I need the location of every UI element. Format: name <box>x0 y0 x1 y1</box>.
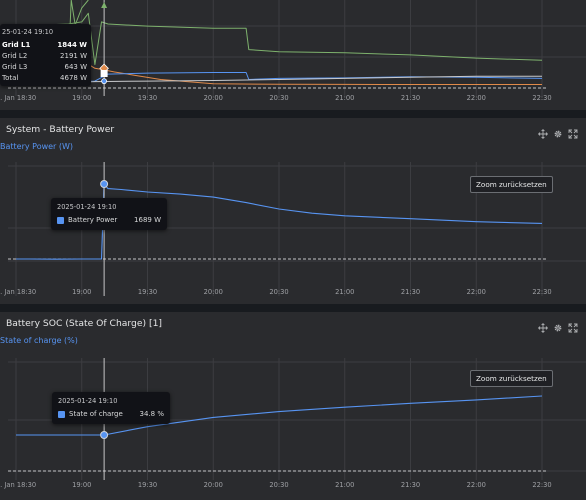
tooltip-time: 25-01-24 19:10 <box>2 28 54 36</box>
tooltip-time: 2025-01-24 19:10 <box>57 203 117 211</box>
tooltip-time: 2025-01-24 19:10 <box>58 397 118 405</box>
point-marker <box>100 431 109 439</box>
zoom-reset-button[interactable]: Zoom zurücksetzen <box>470 370 553 387</box>
x-tick-label: 4. Jan 18:30 <box>0 481 36 489</box>
tooltip-row-grid-l3: Grid L3 643 W <box>2 63 87 71</box>
grid-tooltip: 25-01-24 19:10 Grid L1 1844 W Grid L2 21… <box>0 24 91 86</box>
x-tick-label: 20:30 <box>269 481 288 489</box>
tooltip-row-grid-l2: Grid L2 2191 W <box>2 52 87 60</box>
tooltip-row-grid-l1: Grid L1 1844 W <box>2 41 87 49</box>
point-marker <box>100 180 109 188</box>
tooltip-series-name: Grid L3 <box>2 63 28 71</box>
tooltip-series-name: Battery Power <box>68 216 118 224</box>
point-marker <box>101 78 108 85</box>
tooltip-series-value: 34.8 % <box>139 410 164 418</box>
x-tick-label: 21:00 <box>335 94 354 102</box>
x-tick-label: 20:00 <box>204 288 223 296</box>
tooltip-series-name: Total <box>2 74 19 82</box>
tooltip-series-name: Grid L2 <box>2 52 28 60</box>
battery-power-panel: System - Battery Power Battery Power (W)… <box>0 118 586 304</box>
x-tick-label: 21:30 <box>401 94 420 102</box>
tooltip-series-value: 1844 W <box>57 41 87 49</box>
tooltip-series-value: 2191 W <box>60 52 87 60</box>
tooltip-series-name: State of charge <box>69 410 123 418</box>
grid-panel: 4. Jan 18:30 19:00 19:30 20:00 20:30 21:00 21:… <box>0 0 586 110</box>
point-marker <box>101 2 108 8</box>
tooltip-row-battery-power: Battery Power 1689 W <box>57 216 161 224</box>
tooltip-row-total: Total 4678 W <box>2 74 87 82</box>
x-tick-label: 22:30 <box>532 288 551 296</box>
x-tick-label: 19:30 <box>138 481 157 489</box>
x-tick-label: 21:00 <box>335 288 354 296</box>
x-tick-label: 19:00 <box>72 288 91 296</box>
x-tick-label: 19:30 <box>138 288 157 296</box>
battery-soc-tooltip: 2025-01-24 19:10 State of charge 34.8 % <box>52 392 170 424</box>
x-tick-label: 4. Jan 18:30 <box>0 94 36 102</box>
x-tick-label: 20:30 <box>269 94 288 102</box>
x-tick-label: 20:00 <box>204 481 223 489</box>
x-tick-label: 20:00 <box>204 94 223 102</box>
tooltip-series-value: 4678 W <box>60 74 87 82</box>
x-tick-label: 22:00 <box>467 481 486 489</box>
zoom-reset-button[interactable]: Zoom zurücksetzen <box>470 176 553 193</box>
battery-power-tooltip: 2025-01-24 19:10 Battery Power 1689 W <box>51 198 167 230</box>
x-tick-label: 22:30 <box>532 481 551 489</box>
point-marker <box>100 70 108 77</box>
x-tick-label: 19:00 <box>72 481 91 489</box>
x-tick-label: 4. Jan 18:30 <box>0 288 36 296</box>
tooltip-series-value: 643 W <box>64 63 87 71</box>
tooltip-series-name: Grid L1 <box>2 41 31 49</box>
x-tick-label: 21:00 <box>335 481 354 489</box>
x-tick-label: 21:30 <box>401 481 420 489</box>
tooltip-row-state-of-charge: State of charge 34.8 % <box>58 410 164 418</box>
x-tick-label: 22:00 <box>467 288 486 296</box>
x-tick-label: 22:00 <box>467 94 486 102</box>
x-tick-label: 22:30 <box>532 94 551 102</box>
tooltip-series-value: 1689 W <box>134 216 161 224</box>
battery-soc-panel: Battery SOC (State Of Charge) [1] State … <box>0 312 586 500</box>
x-tick-label: 19:00 <box>72 94 91 102</box>
series-swatch <box>58 410 65 418</box>
x-tick-label: 21:30 <box>401 288 420 296</box>
series-swatch <box>57 216 64 224</box>
x-tick-label: 19:30 <box>138 94 157 102</box>
x-tick-label: 20:30 <box>269 288 288 296</box>
